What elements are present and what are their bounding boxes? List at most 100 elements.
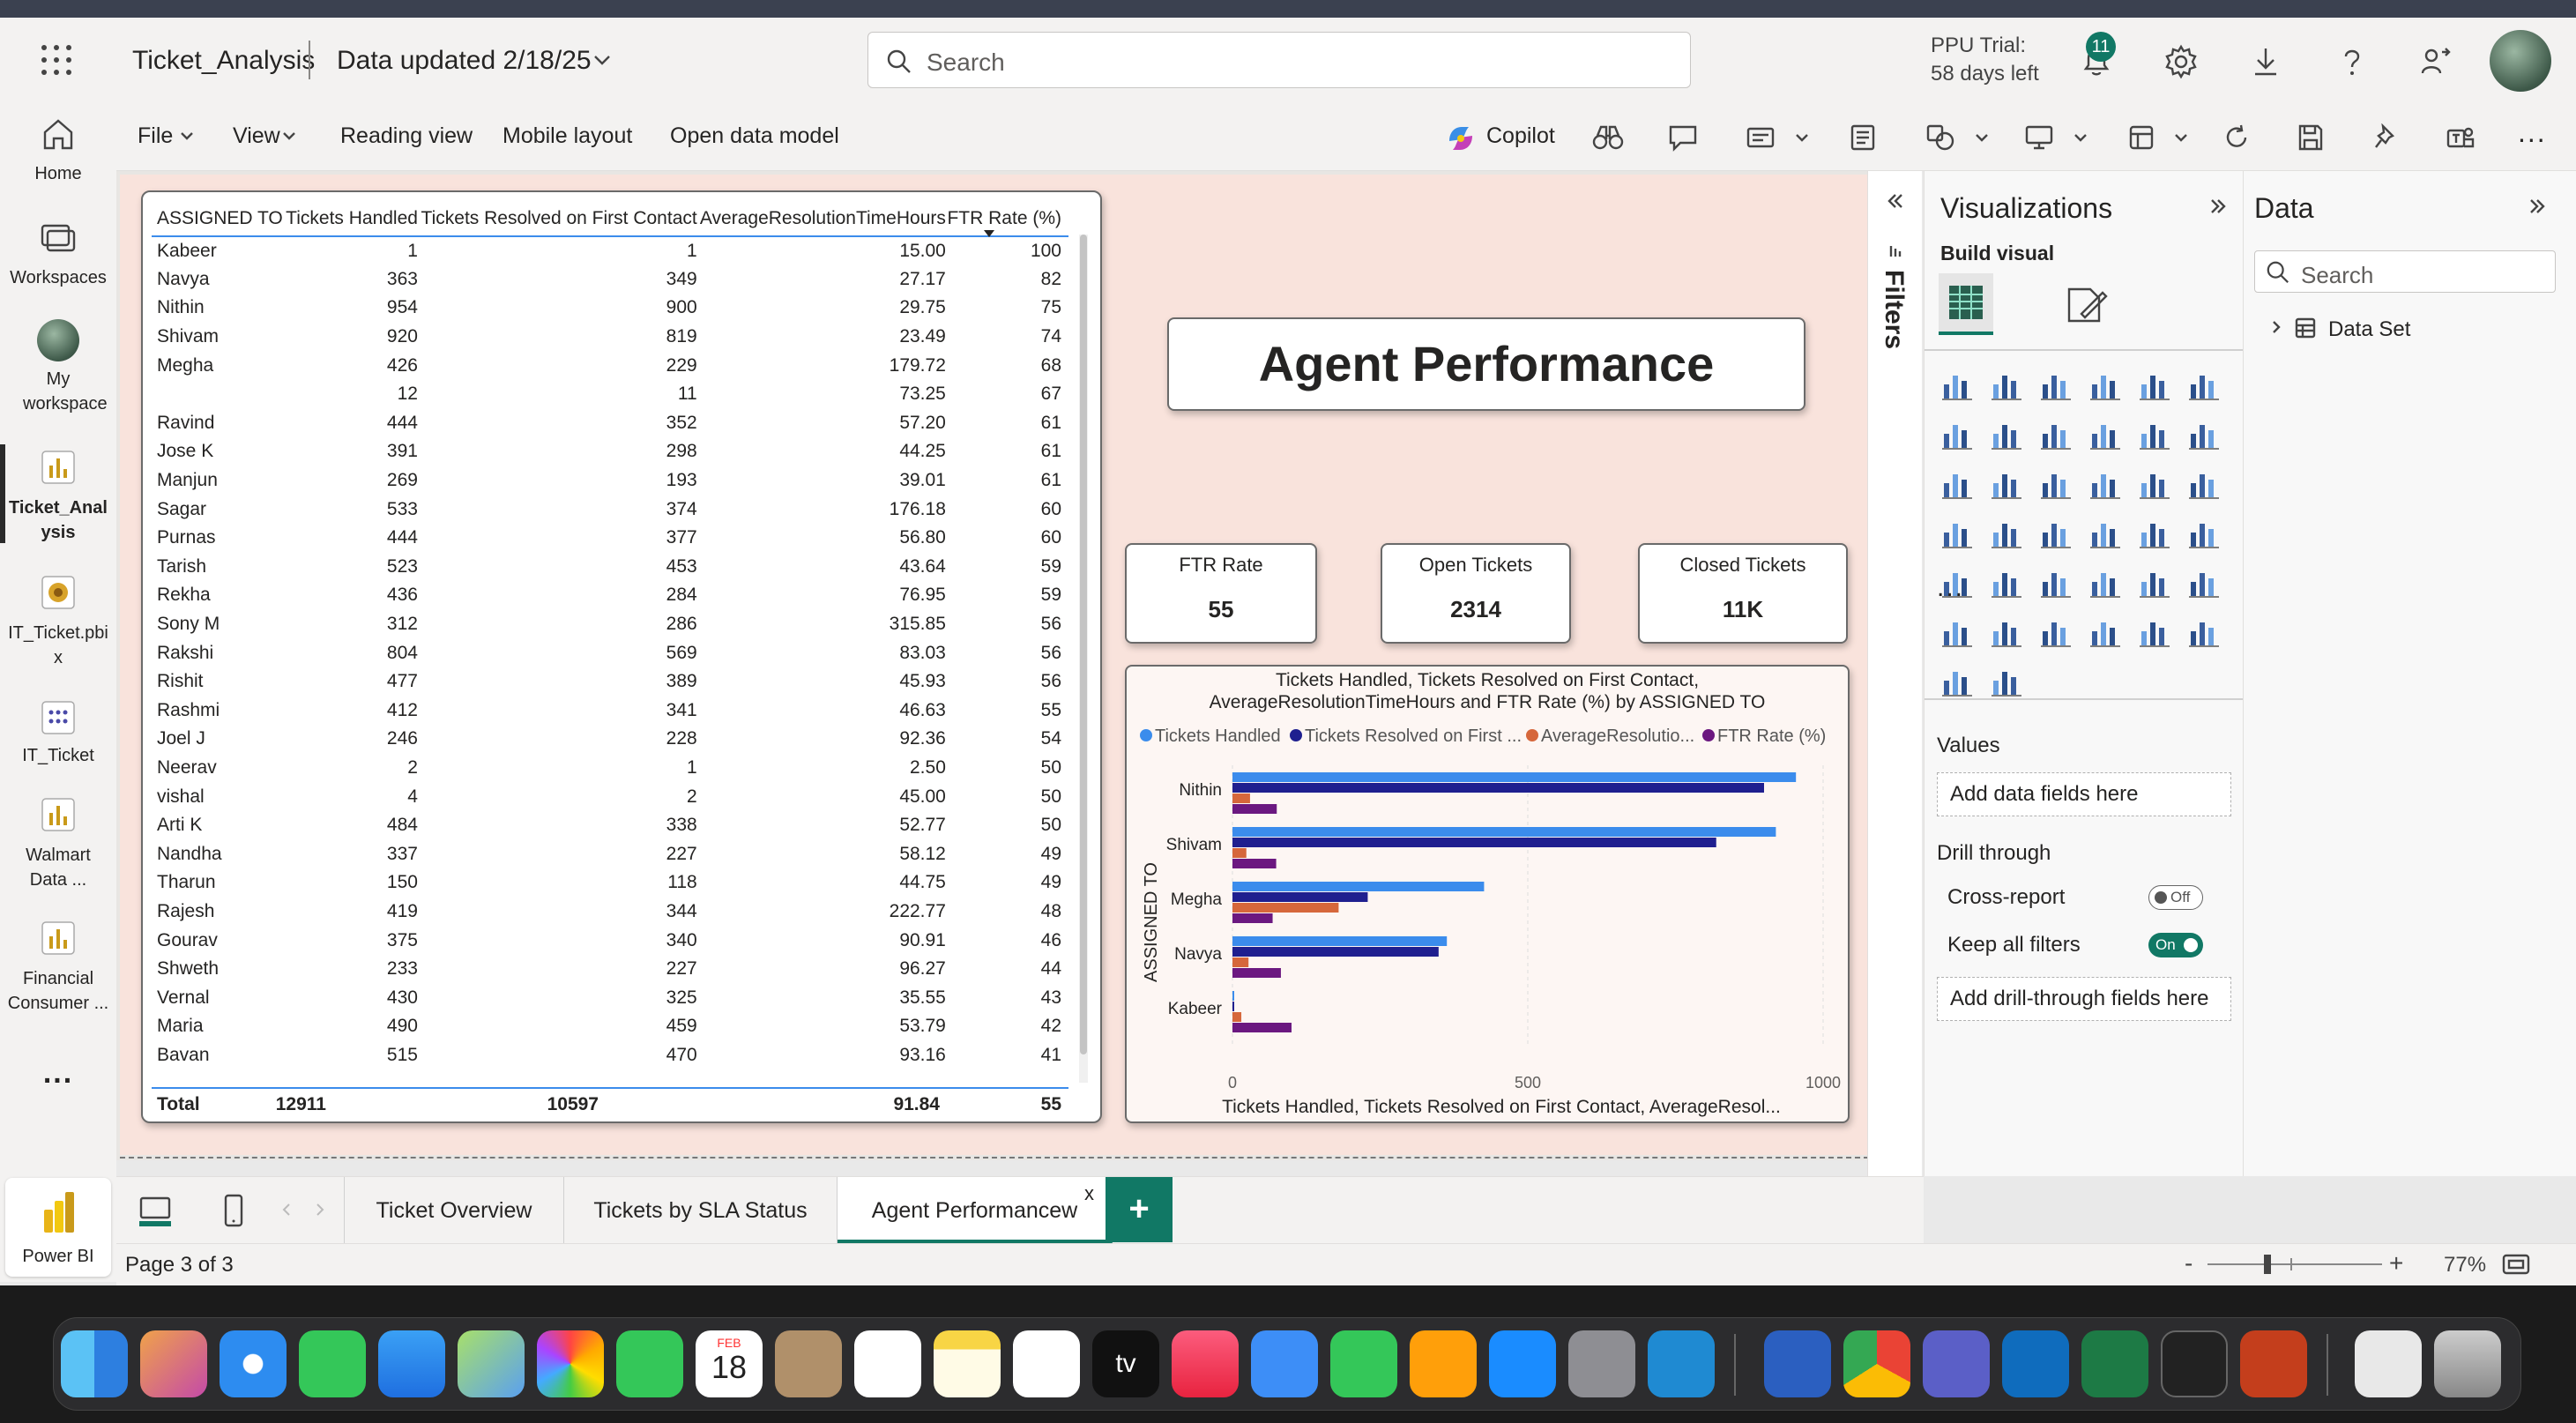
trash-icon[interactable]	[2434, 1330, 2501, 1397]
refresh-icon[interactable]	[2223, 123, 2250, 152]
my-workspace-avatar[interactable]	[37, 319, 79, 361]
scatter-visual-icon[interactable]	[2088, 467, 2122, 501]
mobile-view-icon[interactable]	[220, 1193, 247, 1230]
documents-folder-icon[interactable]	[2355, 1330, 2422, 1397]
table-row[interactable]: Shweth 233 227 96.27 44	[152, 955, 1068, 984]
finder-app-icon[interactable]	[61, 1330, 128, 1397]
matrix-visual-icon[interactable]	[2138, 566, 2171, 600]
download-icon[interactable]	[2248, 44, 2283, 79]
teams-share-icon[interactable]	[2446, 123, 2475, 152]
bar-nithin-series-1[interactable]	[1232, 783, 1764, 793]
word-app-icon[interactable]	[1764, 1330, 1831, 1397]
bar-kabeer-series-0[interactable]	[1232, 991, 1234, 1001]
pie-visual-icon[interactable]	[2138, 467, 2171, 501]
nav-home-label[interactable]: Home	[0, 164, 116, 184]
legend-marker-1[interactable]	[1290, 729, 1302, 741]
bar-nithin-series-2[interactable]	[1232, 793, 1250, 803]
collapse-chevrons-icon[interactable]	[2528, 197, 2547, 215]
table-row[interactable]: 12 11 73.25 67	[152, 380, 1068, 409]
stacked-bar-visual-icon[interactable]	[1940, 369, 1974, 402]
table-row[interactable]: Nithin 954 900 29.75 75	[152, 294, 1068, 323]
keep-all-filters-toggle[interactable]: On	[2148, 933, 2203, 957]
100-column-visual-icon[interactable]	[2187, 369, 2221, 402]
funnel-visual-icon[interactable]	[2039, 467, 2073, 501]
expand-chevron-icon[interactable]	[2270, 319, 2282, 335]
legend-marker-0[interactable]	[1140, 729, 1152, 741]
bar-shivam-series-1[interactable]	[1232, 838, 1716, 847]
data-updated-label[interactable]: Data updated 2/18/25	[337, 46, 592, 76]
mail-app-icon[interactable]	[378, 1330, 445, 1397]
cross-report-toggle[interactable]: Off	[2148, 885, 2203, 910]
pages-app-icon[interactable]	[1410, 1330, 1477, 1397]
treemap-visual-icon[interactable]	[1940, 517, 1974, 550]
report-title[interactable]: Ticket_Analysis	[132, 46, 315, 76]
kpi-open-tickets[interactable]: Open Tickets 2314	[1381, 543, 1571, 644]
ribbon-visual-icon[interactable]	[2088, 418, 2122, 451]
kpi-visual-icon[interactable]	[1990, 566, 2023, 600]
contacts-app-icon[interactable]	[775, 1330, 842, 1397]
chevron-down-icon[interactable]	[2073, 132, 2088, 143]
bar-megha-series-3[interactable]	[1232, 913, 1273, 923]
notes-icon[interactable]	[1850, 123, 1876, 152]
calendar-app-icon[interactable]: FEB 18	[696, 1330, 763, 1397]
nav-my-workspace-label[interactable]: My workspace	[0, 367, 116, 416]
bar-megha-series-2[interactable]	[1232, 903, 1339, 913]
table-row[interactable]: Joel J 246 228 92.36 54	[152, 725, 1068, 754]
teams-app-icon[interactable]	[1923, 1330, 1990, 1397]
tab-close-button[interactable]: x	[1084, 1182, 1094, 1205]
table-row[interactable]: Maria 490 459 53.79 42	[152, 1012, 1068, 1041]
bar-shivam-series-0[interactable]	[1232, 827, 1776, 837]
present-icon[interactable]	[2024, 123, 2054, 152]
add-data-fields-well[interactable]: Add data fields here	[1937, 772, 2231, 816]
kpi-closed-tickets[interactable]: Closed Tickets 11K	[1638, 543, 1848, 644]
reminders-app-icon[interactable]	[854, 1330, 921, 1397]
apple-tv-app-icon[interactable]: tv	[1092, 1330, 1159, 1397]
photos-app-icon[interactable]	[537, 1330, 604, 1397]
dataset-dots-icon[interactable]	[41, 700, 76, 735]
legend-label-2[interactable]: AverageResolutio...	[1541, 726, 1694, 746]
zoom-in-button[interactable]: +	[2389, 1249, 2403, 1278]
subscribe-icon[interactable]	[1746, 123, 1776, 152]
bar-navya-series-0[interactable]	[1232, 936, 1448, 946]
table-row[interactable]: Bavan 515 470 93.16 41	[152, 1041, 1068, 1070]
tab-agent-performance[interactable]: Agent Performancew	[838, 1177, 1113, 1244]
key-influencers-visual-icon[interactable]	[1940, 615, 1974, 649]
clustered-column-visual-icon[interactable]	[2088, 369, 2122, 402]
table-row[interactable]: Tarish 523 453 43.64 59	[152, 553, 1068, 582]
legend-marker-3[interactable]	[1702, 729, 1715, 741]
chrome-app-icon[interactable]	[1843, 1330, 1910, 1397]
legend-label-1[interactable]: Tickets Resolved on First ...	[1305, 726, 1522, 746]
bar-shivam-series-3[interactable]	[1232, 859, 1277, 868]
add-page-button[interactable]: +	[1106, 1177, 1173, 1242]
terminal-app-icon[interactable]	[2161, 1330, 2228, 1397]
paginated-visual-icon[interactable]	[2138, 615, 2171, 649]
bar-kabeer-series-3[interactable]	[1232, 1023, 1292, 1032]
keynote-app-icon[interactable]	[1251, 1330, 1318, 1397]
map-visual-icon[interactable]	[1990, 517, 2023, 550]
maps-app-icon[interactable]	[458, 1330, 525, 1397]
bar-kabeer-series-2[interactable]	[1232, 1012, 1242, 1022]
music-app-icon[interactable]	[1172, 1330, 1239, 1397]
global-search-box[interactable]: Search	[867, 32, 1691, 88]
trophy-visual-icon[interactable]	[2088, 615, 2122, 649]
bar-megha-series-1[interactable]	[1232, 892, 1368, 902]
excel-app-icon[interactable]	[2081, 1330, 2148, 1397]
view-menu[interactable]: View	[233, 123, 280, 149]
line-clustered-visual-icon[interactable]	[2187, 418, 2221, 451]
help-question-icon[interactable]	[2334, 44, 2370, 79]
table-row[interactable]: Sagar 533 374 176.18 60	[152, 495, 1068, 524]
legend-label-0[interactable]: Tickets Handled	[1155, 726, 1281, 746]
app-launcher-icon[interactable]	[41, 44, 72, 76]
kpi-ftr-rate[interactable]: FTR Rate 55	[1125, 543, 1317, 644]
donut-visual-icon[interactable]	[2187, 467, 2221, 501]
table-row[interactable]: Gourav 375 340 90.91 46	[152, 926, 1068, 955]
table-scrollbar-thumb[interactable]	[1080, 235, 1087, 1054]
filled-map-visual-icon[interactable]	[2039, 517, 2073, 550]
stacked-column-visual-icon[interactable]	[1990, 369, 2023, 402]
table-row[interactable]: Shivam 920 819 23.49 74	[152, 323, 1068, 352]
col-header-tickets-handled[interactable]: Tickets Handled	[284, 201, 418, 236]
open-data-model-button[interactable]: Open data model	[670, 123, 839, 149]
python-visual-icon[interactable]	[2187, 615, 2221, 649]
financial-report-icon[interactable]	[41, 920, 76, 956]
waterfall-visual-icon[interactable]	[1940, 467, 1974, 501]
